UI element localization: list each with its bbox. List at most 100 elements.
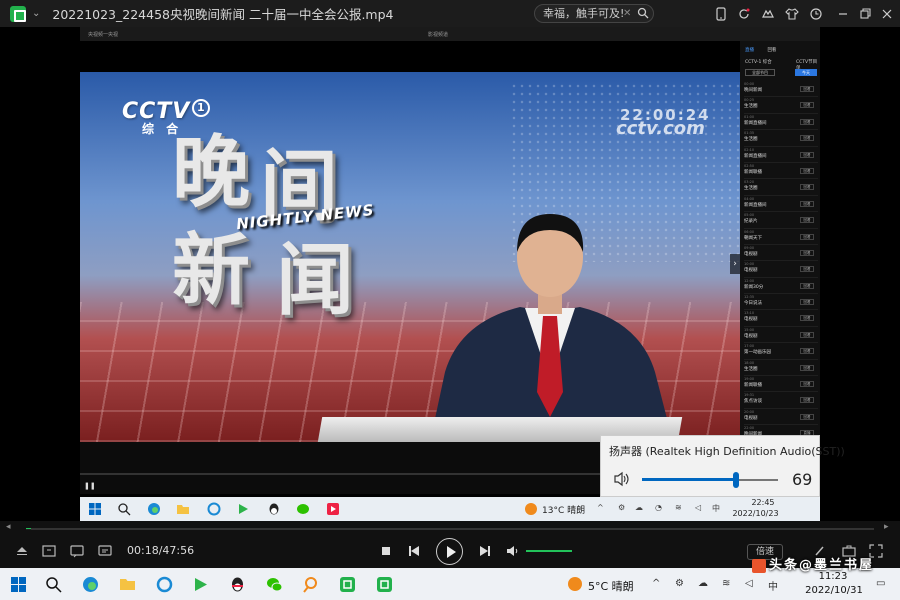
list-item[interactable]: 12:00 新闻30分 回看 <box>744 278 818 295</box>
minimize-icon[interactable] <box>836 6 850 20</box>
program-status-button[interactable]: 回看 <box>800 413 814 420</box>
list-item[interactable]: 09:00 电视剧 回看 <box>744 245 818 262</box>
program-status-button[interactable]: 回看 <box>800 348 814 355</box>
seek-back-icon[interactable]: ◂ <box>6 522 11 532</box>
previous-icon[interactable] <box>406 543 422 559</box>
volume-slider-thumb[interactable] <box>732 472 739 488</box>
program-status-button[interactable]: 回看 <box>800 135 814 142</box>
tray-chevron-icon[interactable]: ^ <box>652 578 660 589</box>
inner-player-icon[interactable] <box>236 502 250 516</box>
list-item[interactable]: 20:00 电视剧 回看 <box>744 409 818 426</box>
all-programs-button[interactable]: 全部节目 <box>745 69 775 76</box>
volume-bar[interactable] <box>526 550 573 552</box>
video-frame[interactable]: 央视频一央视 影视频道 CCTV 1 综 合 晚 间 新 闻 NIGHTLY NE… <box>80 27 845 521</box>
list-item[interactable]: 06:00 朝闻天下 回看 <box>744 229 818 245</box>
inner-media-icon[interactable] <box>326 502 340 516</box>
chevron-down-icon[interactable]: ⌄ <box>32 8 40 19</box>
phone-icon[interactable] <box>714 6 728 21</box>
search-icon-taskbar[interactable] <box>45 576 62 593</box>
program-status-button[interactable]: 回看 <box>800 151 814 158</box>
list-item[interactable]: 10:00 电视剧 回看 <box>744 261 818 278</box>
tab-live[interactable]: 直播 <box>745 48 754 53</box>
stop-icon[interactable] <box>378 543 394 559</box>
volume-icon[interactable] <box>505 543 521 559</box>
notification-icon[interactable]: ▭ <box>876 578 885 589</box>
inner-tray-chevron-icon[interactable]: ^ <box>597 503 604 512</box>
inner-tray-network-icon[interactable]: ◔ <box>655 503 662 512</box>
program-status-button[interactable]: 回看 <box>800 282 814 289</box>
danmaku-icon[interactable] <box>97 543 113 559</box>
list-item[interactable]: 01:35 生活圈 回看 <box>744 130 818 147</box>
list-item[interactable]: 02:10 新闻直播间 回看 <box>744 147 818 163</box>
search-input[interactable]: 幸福，触手可及! ✕ <box>534 4 654 23</box>
inner-search-icon[interactable] <box>117 502 131 516</box>
list-item[interactable]: 18:00 生活圈 回看 <box>744 360 818 377</box>
program-status-button[interactable]: 回看 <box>800 167 814 174</box>
clear-icon[interactable]: ✕ <box>623 5 631 22</box>
list-item[interactable]: 05:00 纪录片 回看 <box>744 212 818 229</box>
program-status-button[interactable]: 回看 <box>800 331 814 338</box>
inner-clock-time[interactable]: 22:45 <box>743 498 783 507</box>
tray-app-icon[interactable]: ⚙ <box>675 578 684 589</box>
clock-icon[interactable] <box>809 6 823 20</box>
list-item[interactable]: 19:31 焦点访谈 回看 <box>744 392 818 409</box>
list-item[interactable]: 02:50 新闻联播 回看 <box>744 163 818 180</box>
list-item[interactable]: 12:35 今日说法 回看 <box>744 294 818 311</box>
qq-icon[interactable] <box>229 576 246 593</box>
inner-weather-text[interactable]: 13°C 晴朗 <box>542 503 585 516</box>
inner-start-icon[interactable] <box>88 502 102 516</box>
start-icon[interactable] <box>10 576 27 593</box>
inner-tray-volume-icon[interactable]: ◁ <box>695 503 701 512</box>
search-icon[interactable] <box>637 7 649 19</box>
tray-ime-icon[interactable]: 中 <box>768 578 778 593</box>
inner-folder-icon[interactable] <box>176 502 190 516</box>
program-status-button[interactable]: 回看 <box>800 118 814 125</box>
player-app-active-icon[interactable] <box>376 576 393 593</box>
list-item[interactable]: 03:20 生活圈 回看 <box>744 179 818 196</box>
restore-icon[interactable] <box>858 6 872 20</box>
close-icon[interactable] <box>880 6 894 20</box>
list-item[interactable]: 17:00 第一动画乐园 回看 <box>744 343 818 360</box>
tab-replay[interactable]: 回看 <box>767 48 776 53</box>
edge-icon[interactable] <box>82 576 99 593</box>
ie-icon[interactable] <box>156 576 173 593</box>
inner-wechat-icon[interactable] <box>296 502 310 516</box>
play-button[interactable] <box>436 538 463 565</box>
sidebar-toggle-icon[interactable]: › <box>730 254 740 274</box>
inner-qq-icon[interactable] <box>267 502 281 516</box>
program-status-button[interactable]: 回看 <box>800 397 814 404</box>
list-item[interactable]: 00:25 生活圈 回看 <box>744 97 818 114</box>
list-item[interactable]: 19:00 新闻联播 回看 <box>744 376 818 393</box>
list-item[interactable]: 04:00 新闻直播间 回看 <box>744 196 818 213</box>
search-tool-icon[interactable] <box>302 576 319 593</box>
inner-pause-icon[interactable]: ❚❚ <box>84 482 96 490</box>
inner-tray-cloud-icon[interactable]: ☁ <box>635 503 643 512</box>
shirt-icon[interactable] <box>785 6 799 20</box>
inner-tray-ime-icon[interactable]: 中 <box>712 503 720 514</box>
video-picture[interactable]: CCTV 1 综 合 晚 间 新 闻 NIGHTLY NEWS 22:00:24 … <box>80 72 740 442</box>
list-item[interactable]: 15:00 电视剧 回看 <box>744 327 818 344</box>
tray-wifi-icon[interactable]: ≋ <box>722 578 730 589</box>
seek-bar[interactable] <box>26 528 874 530</box>
inner-ie-icon[interactable] <box>207 502 221 516</box>
list-item[interactable]: 13:10 电视剧 回看 <box>744 310 818 327</box>
program-status-button[interactable]: 回看 <box>800 299 814 306</box>
tray-cloud-icon[interactable]: ☁ <box>698 578 708 589</box>
today-button[interactable]: 今天 <box>795 69 817 76</box>
tray-volume-icon[interactable]: ◁ <box>745 578 753 589</box>
program-status-button[interactable]: 回看 <box>800 86 814 92</box>
next-icon[interactable] <box>477 543 493 559</box>
program-status-button[interactable]: 回看 <box>800 217 814 224</box>
program-status-button[interactable]: 回看 <box>800 200 814 207</box>
app-logo-icon[interactable] <box>10 5 26 22</box>
subtitle-icon[interactable] <box>69 543 85 559</box>
program-status-button[interactable]: 回看 <box>800 315 814 322</box>
folder-icon[interactable] <box>119 576 136 593</box>
program-status-button[interactable]: 回看 <box>800 266 814 273</box>
wechat-icon[interactable] <box>266 576 283 593</box>
screenshot-icon[interactable] <box>41 543 57 559</box>
player-app-icon[interactable] <box>339 576 356 593</box>
weather-text[interactable]: 5°C 晴朗 <box>588 578 634 594</box>
list-item[interactable]: 01:00新闻直播间 回看 <box>744 114 818 131</box>
skin-icon[interactable] <box>761 6 775 20</box>
